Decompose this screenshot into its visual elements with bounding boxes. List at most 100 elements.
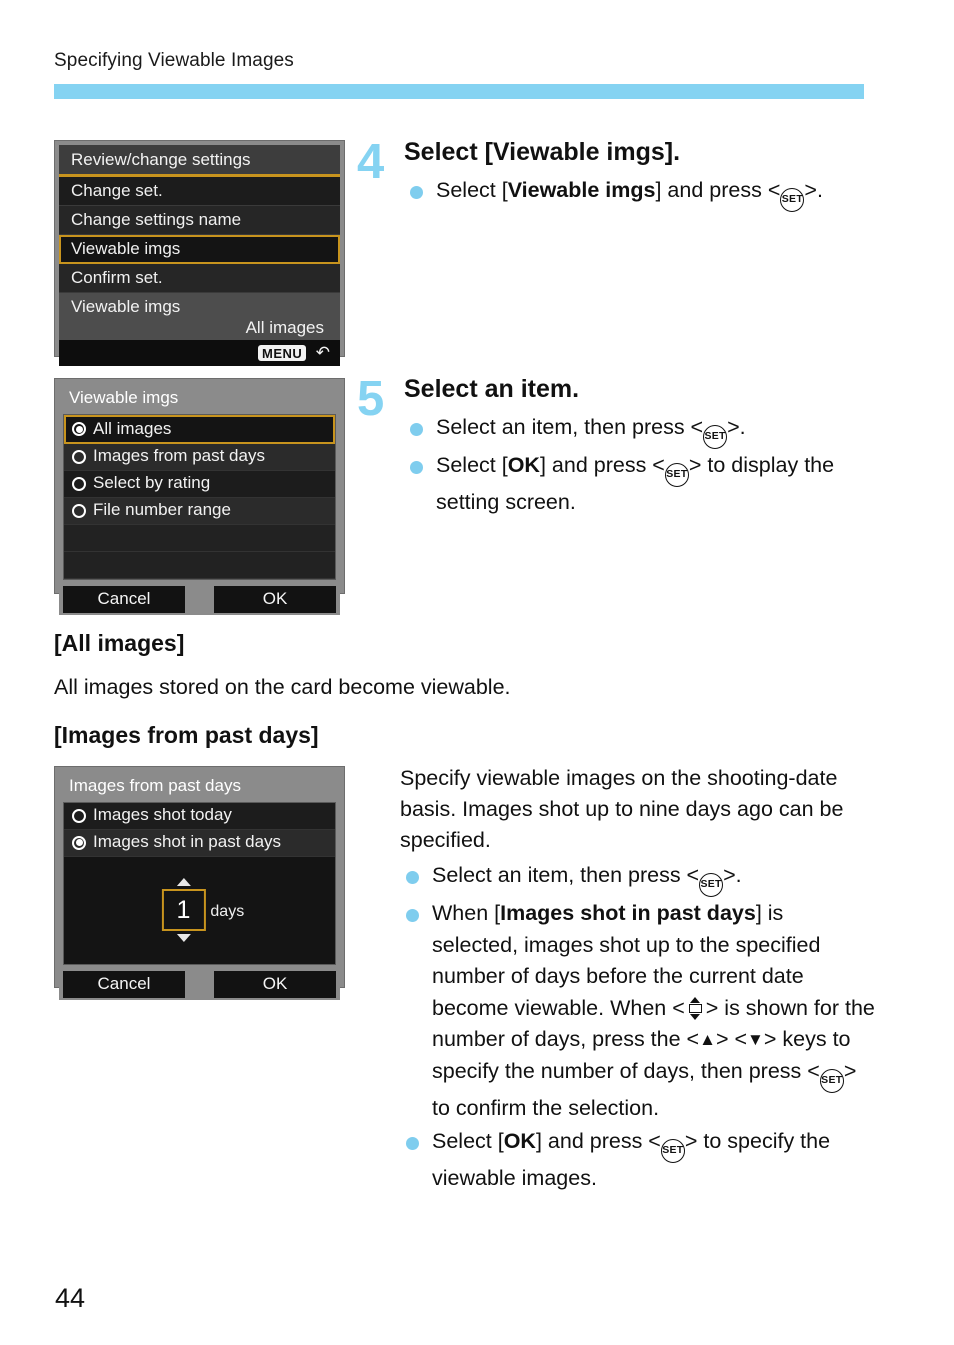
button-bar: Cancel OK: [59, 582, 340, 615]
screen-title: Review/change settings: [59, 145, 340, 177]
bullet-item: Select an item, then press <SET>.: [404, 412, 874, 449]
radio-empty-row: [64, 524, 335, 552]
step-5-bullets: Select an item, then press <SET>. Select…: [404, 412, 874, 520]
bullet-text: >.: [727, 415, 746, 439]
bullet-item: Select an item, then press <SET>.: [400, 860, 875, 897]
radio-filled-icon: [72, 835, 86, 850]
section-body-all-images: All images stored on the card become vie…: [54, 675, 511, 699]
radio-empty-icon: [72, 503, 86, 518]
radio-label: Select by rating: [93, 473, 211, 493]
bullet-text: ] and press <: [655, 178, 781, 202]
radio-empty-icon: [72, 808, 86, 823]
step-5-title: Select an item.: [404, 375, 580, 403]
radio-label: File number range: [93, 500, 231, 520]
screen-title: Viewable imgs: [59, 383, 340, 412]
running-head: Specifying Viewable Images: [54, 50, 294, 71]
days-value[interactable]: 1: [161, 889, 206, 932]
bullet-text: ] and press <: [535, 1128, 661, 1153]
spinner-down-arrow-icon[interactable]: [176, 934, 191, 943]
header-rule: [54, 84, 864, 99]
bullet-text: Select [: [432, 1128, 504, 1153]
step-4-bullets: Select [Viewable imgs] and press <SET>.: [404, 175, 874, 213]
spinner-up-arrow-icon[interactable]: [176, 878, 191, 887]
set-key-icon: SET: [664, 463, 689, 487]
bullet-bold-text: Viewable imgs: [507, 178, 656, 202]
info-panel-value: All images: [245, 318, 324, 338]
button-spacer: [185, 586, 214, 613]
bullet-item: Select [OK] and press <SET> to display t…: [404, 450, 874, 519]
screenshot-images-from-past-days: Images from past days Images shot today …: [54, 766, 345, 1000]
set-key-icon: SET: [699, 873, 724, 897]
bullet-text: Select [: [436, 178, 508, 202]
radio-option-file-number-range[interactable]: File number range: [64, 497, 335, 525]
ok-button[interactable]: OK: [214, 970, 336, 998]
radio-filled-icon: [72, 422, 86, 437]
page-number: 44: [55, 1283, 86, 1313]
info-panel-label: Viewable imgs: [71, 297, 181, 317]
bullet-text: Select an item, then press <: [436, 415, 704, 439]
radio-option-images-from-past-days[interactable]: Images from past days: [64, 443, 335, 471]
days-unit-label: days: [210, 903, 245, 921]
section-heading-past-days: [Images from past days]: [54, 722, 319, 748]
radio-option-select-by-rating[interactable]: Select by rating: [64, 470, 335, 498]
bullet-text: When [: [432, 901, 501, 925]
set-key-icon: SET: [703, 425, 728, 449]
radio-option-images-shot-in-past-days[interactable]: Images shot in past days: [64, 829, 335, 857]
screenshot-review-change-settings: Review/change settings Change set. Chang…: [54, 140, 345, 367]
radio-empty-icon: [72, 476, 86, 491]
button-bar: Cancel OK: [59, 967, 340, 1000]
radio-group: All images Images from past days Select …: [63, 413, 336, 580]
return-arrow-icon: ↶: [315, 343, 330, 363]
cancel-button[interactable]: Cancel: [63, 970, 185, 998]
days-stepper[interactable]: 1: [161, 878, 206, 943]
bullet-text: Select an item, then press <: [432, 863, 700, 887]
screen-footer: MENU ↶: [59, 340, 340, 367]
down-arrow-icon: ▼: [747, 1030, 764, 1050]
bullet-bold-text: Images shot in past days: [500, 901, 756, 925]
cancel-button[interactable]: Cancel: [63, 585, 185, 613]
info-panel: Viewable imgs All images: [59, 293, 340, 341]
step-number-4: 4: [357, 135, 385, 189]
up-arrow-icon: ▲: [699, 1030, 716, 1050]
radio-label: Images shot in past days: [93, 832, 282, 852]
step-4-title: Select [Viewable imgs].: [404, 138, 681, 166]
bullet-text: ] and press <: [539, 453, 665, 477]
step-number-5: 5: [357, 372, 385, 426]
manual-page: Specifying Viewable Images Review/change…: [0, 0, 954, 1345]
menu-item-change-set[interactable]: Change set.: [59, 176, 340, 206]
screenshot-viewable-imgs: Viewable imgs All images Images from pas…: [54, 378, 345, 615]
radio-empty-row: [64, 551, 335, 579]
section-past-days-bullets: Select an item, then press <SET>. When […: [400, 860, 875, 1195]
section-heading-all-images: [All images]: [54, 630, 185, 656]
radio-group: Images shot today Images shot in past da…: [63, 801, 336, 965]
radio-label: Images from past days: [93, 446, 265, 466]
radio-option-images-shot-today[interactable]: Images shot today: [64, 802, 335, 830]
bullet-text: >.: [804, 178, 823, 202]
menu-item-confirm-set[interactable]: Confirm set.: [59, 263, 340, 294]
set-key-icon: SET: [819, 1068, 844, 1093]
bullet-text: Select [: [436, 453, 508, 477]
bullet-bold-text: OK: [507, 453, 540, 477]
set-key-icon: SET: [780, 188, 805, 212]
bullet-item: Select [Viewable imgs] and press <SET>.: [404, 175, 874, 212]
section-body-past-days-intro: Specify viewable images on the shooting-…: [400, 766, 844, 853]
days-spinner[interactable]: 1 days: [161, 878, 245, 943]
ok-button[interactable]: OK: [214, 585, 336, 613]
button-spacer: [185, 971, 214, 998]
radio-label: All images: [93, 418, 172, 438]
set-key-icon: SET: [660, 1138, 685, 1163]
days-spinner-area: 1 days: [64, 856, 335, 964]
bullet-item: When [Images shot in past days] is selec…: [400, 898, 875, 1125]
bullet-item: Select [OK] and press <SET> to specify t…: [400, 1126, 875, 1195]
up-down-key-icon: [685, 996, 706, 1020]
radio-option-all-images[interactable]: All images: [64, 414, 335, 444]
menu-item-viewable-imgs[interactable]: Viewable imgs: [59, 235, 340, 264]
screen-title: Images from past days: [59, 771, 340, 800]
menu-item-change-settings-name[interactable]: Change settings name: [59, 205, 340, 236]
menu-button-badge[interactable]: MENU: [258, 345, 307, 362]
bullet-text: >.: [723, 863, 742, 887]
radio-label: Images shot today: [93, 805, 232, 825]
bullet-text: > <: [715, 1027, 748, 1052]
bullet-bold-text: OK: [503, 1128, 536, 1153]
radio-empty-icon: [72, 449, 86, 464]
